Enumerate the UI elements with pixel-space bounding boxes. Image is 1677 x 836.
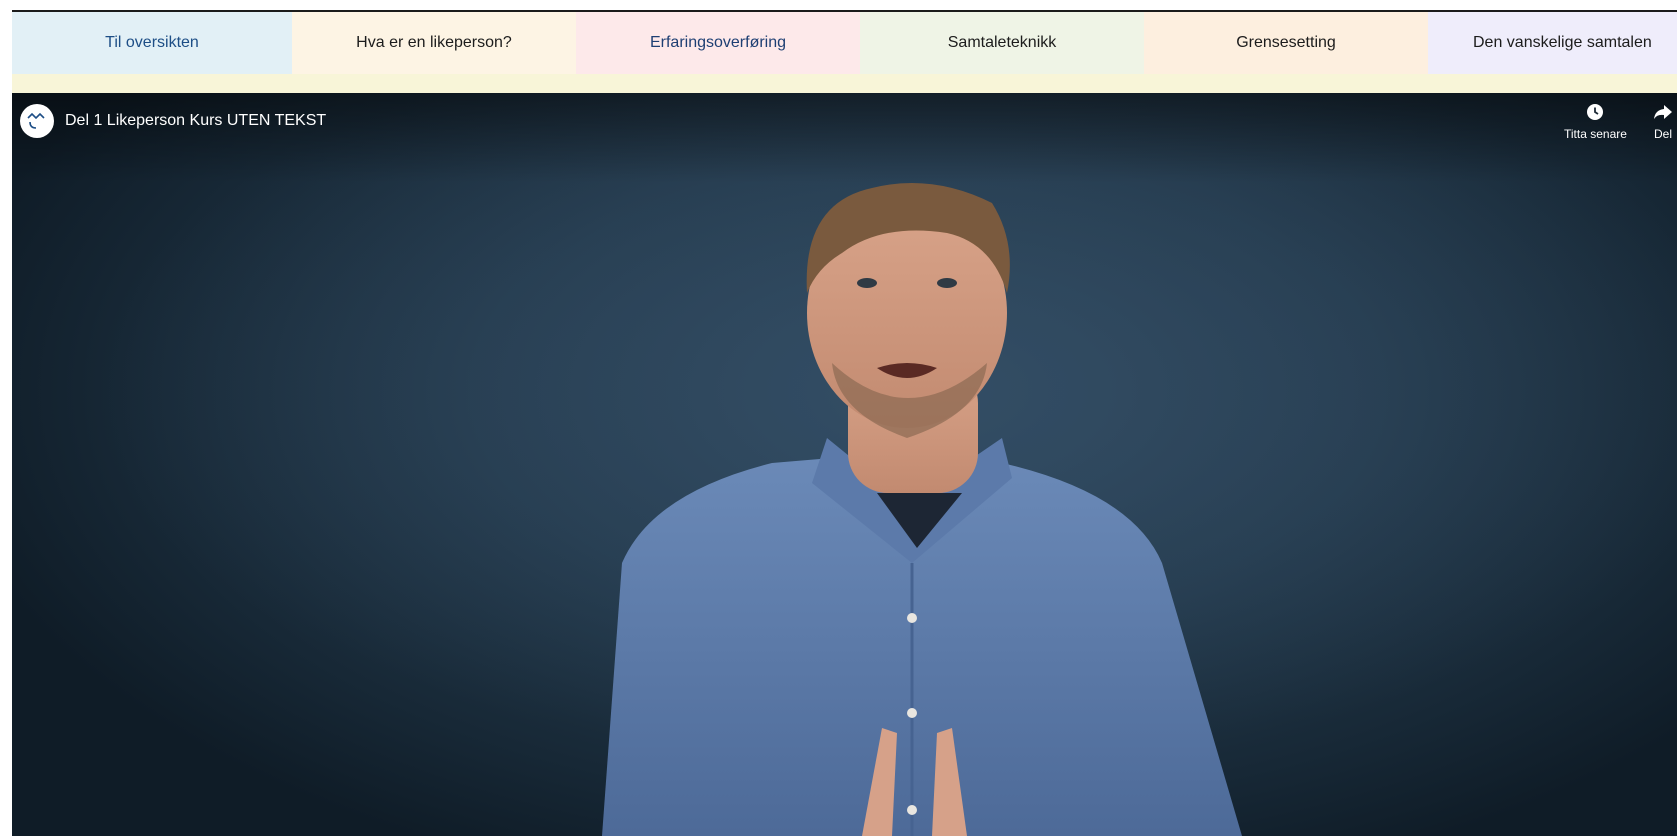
watch-later-label: Titta senare [1564, 127, 1627, 141]
video-top-overlay [12, 93, 1677, 183]
tab-hva-er-en-likeperson[interactable]: Hva er en likeperson? [292, 12, 576, 74]
course-navigation: Til oversikten Hva er en likeperson? Erf… [12, 12, 1677, 74]
page: Til oversikten Hva er en likeperson? Erf… [0, 0, 1677, 836]
channel-logo-icon[interactable] [20, 104, 54, 138]
video-title[interactable]: Del 1 Likeperson Kurs UTEN TEKST [65, 112, 326, 130]
tab-samtaleteknikk[interactable]: Samtaleteknikk [860, 12, 1144, 74]
tab-erfaringsoverforing[interactable]: Erfaringsoverføring [576, 12, 860, 74]
share-label: Del [1653, 127, 1672, 141]
share-arrow-icon [1654, 105, 1672, 119]
share-button[interactable]: Del [1653, 103, 1673, 141]
clock-icon [1587, 104, 1604, 120]
video-frame-presenter [12, 93, 1677, 836]
watch-later-button[interactable]: Titta senare [1564, 103, 1627, 141]
tab-til-oversikten[interactable]: Til oversikten [12, 12, 292, 74]
nav-accent-strip [12, 74, 1677, 93]
video-player[interactable]: Del 1 Likeperson Kurs UTEN TEKST Titta s… [12, 93, 1677, 836]
tab-den-vanskelige-samtalen[interactable]: Den vanskelige samtalen [1428, 12, 1677, 74]
tab-grensesetting[interactable]: Grensesetting [1144, 12, 1428, 74]
